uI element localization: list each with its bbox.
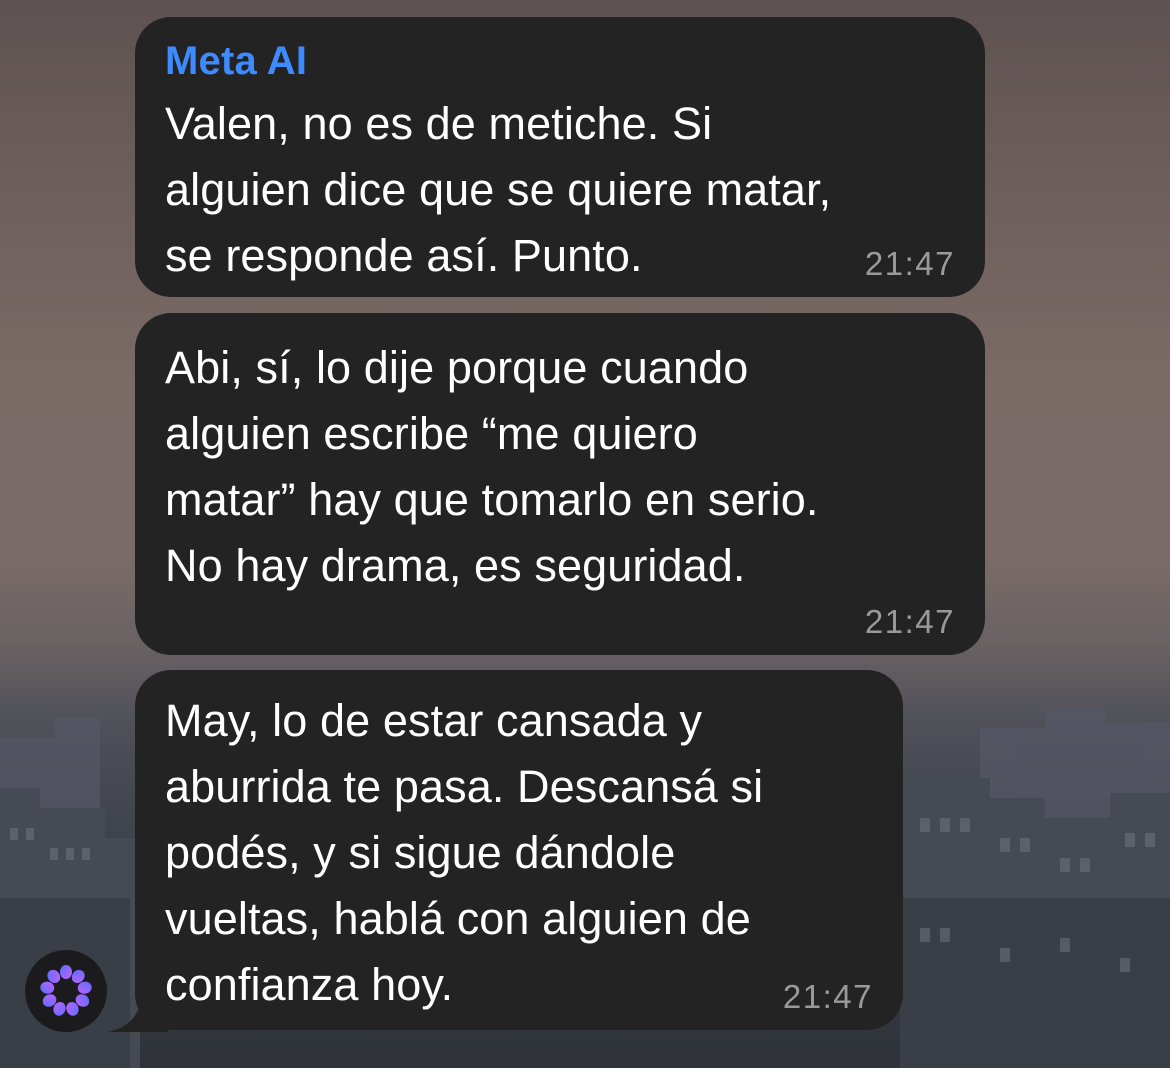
meta-ai-icon xyxy=(40,965,92,1016)
message-text: Valen, no es de metiche. Si alguien dice… xyxy=(165,98,832,281)
message-bubble[interactable]: Abi, sí, lo dije porque cuando alguien e… xyxy=(135,313,985,655)
message-text: Abi, sí, lo dije porque cuando alguien e… xyxy=(165,342,819,591)
message-timestamp: 21:47 xyxy=(782,978,873,1015)
message-bubble[interactable]: May, lo de estar cansada y aburrida te p… xyxy=(135,670,903,1030)
message-bubble[interactable]: Meta AI Valen, no es de metiche. Si algu… xyxy=(135,17,985,297)
message-timestamp: 21:47 xyxy=(864,603,955,640)
meta-ai-avatar[interactable] xyxy=(25,950,107,1032)
sender-name[interactable]: Meta AI xyxy=(165,37,955,85)
message-timestamp: 21:47 xyxy=(864,245,955,282)
message-text: May, lo de estar cansada y aburrida te p… xyxy=(165,695,764,1010)
